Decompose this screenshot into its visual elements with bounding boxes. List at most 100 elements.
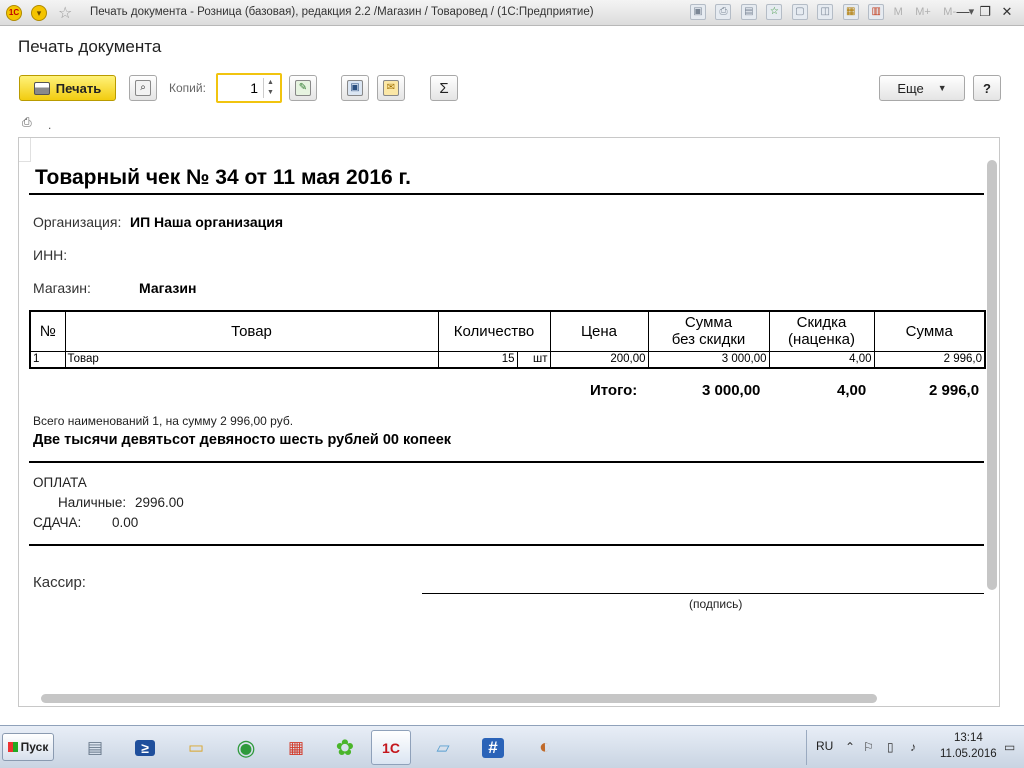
calendar-icon[interactable]: ▥ [868, 4, 885, 20]
clock-time[interactable]: 13:14 [954, 732, 983, 744]
amount-in-words: Две тысячи девятьсот девяносто шесть руб… [33, 432, 452, 448]
divider [29, 461, 984, 463]
cell-sum: 2 996,0 [873, 350, 986, 369]
shop-label: Магазин: [33, 280, 91, 296]
col-header-price: Цена [549, 310, 649, 352]
document-title: Товарный чек № 34 от 11 мая 2016 г. [35, 166, 412, 189]
org-value: ИП Наша организация [130, 214, 283, 230]
volume-muted-icon[interactable]: ♪ [910, 740, 916, 754]
floppy-disk-icon: ▣ [347, 80, 363, 96]
copies-label: Копий: [169, 81, 206, 95]
tray-expand-icon[interactable]: ⌃ [845, 740, 855, 754]
show-desktop-icon[interactable]: ▭ [1004, 740, 1015, 754]
taskbar-1c-icon[interactable]: 1С [371, 730, 411, 765]
items-table: № Товар Количество Цена Сумма без скидки… [29, 310, 986, 369]
language-indicator[interactable]: RU [816, 739, 833, 753]
inn-label: ИНН: [33, 247, 68, 263]
clock-date[interactable]: 11.05.2016 [940, 748, 997, 760]
taskbar-notepad-icon[interactable]: ▱ [423, 730, 463, 765]
calculator-icon[interactable]: ▦ [842, 4, 859, 20]
copies-input[interactable] [222, 78, 260, 98]
taskbar-app-grid-icon[interactable]: ▦ [276, 730, 316, 765]
cash-label: Наличные: [58, 495, 127, 510]
navigate-icon[interactable]: ☆ [766, 4, 783, 20]
taskbar-paint-icon[interactable]: ◐ [525, 730, 565, 765]
edit-document-button[interactable]: ✎ [289, 75, 317, 101]
cell-sum-no-discount: 3 000,00 [647, 350, 770, 369]
shop-value: Магазин [139, 280, 197, 296]
totals-label: Итого: [590, 382, 638, 399]
total-sum: 2 996,0 [929, 382, 980, 399]
taskbar-chrome-icon[interactable]: ◉ [226, 730, 266, 765]
taskbar-hashtag-icon[interactable]: # [473, 730, 513, 765]
memory-m-button[interactable]: M [894, 4, 903, 20]
cash-value: 2996.00 [135, 495, 184, 510]
col-header-sum-no-discount: Сумма без скидки [647, 310, 770, 352]
cell-qty: 15 [437, 350, 518, 369]
favorites-star-icon[interactable]: ☆ [58, 3, 72, 23]
divider [29, 544, 984, 546]
close-button[interactable]: ✕ [998, 3, 1016, 21]
help-button[interactable]: ? [973, 75, 1001, 101]
title-toolbar: ▣ ⎙ ▤ ☆ ▢ ◫ ▦ ▥ M M+ M- ▾ [690, 4, 982, 22]
signature-line [422, 593, 984, 594]
change-label: СДАЧА: [33, 515, 82, 530]
print-settings-icon[interactable]: ⎙ [22, 115, 32, 130]
spin-down-icon[interactable]: ▼ [264, 88, 277, 98]
print-settings-text: . [48, 118, 52, 132]
restore-button[interactable]: ❐ [976, 3, 994, 21]
taskbar-server-manager-icon[interactable]: ▤ [75, 730, 115, 765]
vertical-scrollbar[interactable] [987, 160, 997, 590]
cashier-label: Кассир: [33, 574, 86, 591]
link-icon[interactable]: ▢ [791, 4, 808, 20]
more-button[interactable]: Еще ▼ [879, 75, 965, 101]
edit-icon: ✎ [295, 80, 311, 96]
taskbar-powershell-icon[interactable]: ≥ [125, 730, 165, 765]
divider [29, 193, 984, 195]
total-sum-no-discount: 3 000,00 [702, 382, 761, 399]
taskbar-icq-icon[interactable]: ✿ [325, 730, 365, 765]
cell-unit: шт [516, 350, 551, 369]
copies-stepper[interactable]: ▲ ▼ [216, 73, 282, 103]
start-button[interactable]: Пуск [2, 733, 54, 761]
action-center-flag-icon[interactable]: ⚐ [863, 740, 874, 754]
taskbar-explorer-icon[interactable]: ▭ [176, 730, 216, 765]
col-header-discount: Скидка (наценка) [768, 310, 875, 352]
org-label: Организация: [33, 214, 122, 230]
memory-plus-button[interactable]: M+ [915, 4, 931, 20]
payment-header: ОПЛАТА [33, 475, 87, 490]
sum-button[interactable]: Σ [430, 75, 458, 101]
network-icon[interactable]: ▯ [887, 740, 894, 754]
col-header-item: Товар [64, 310, 439, 352]
cell-item: Товар [64, 350, 439, 369]
print-icon[interactable]: ⎙ [715, 4, 732, 20]
window-title: Печать документа - Розница (базовая), ре… [90, 6, 594, 18]
sheet-corner [19, 138, 31, 162]
save-button[interactable]: ▣ [341, 75, 369, 101]
cell-discount: 4,00 [768, 350, 875, 369]
send-email-button[interactable]: ✉ [377, 75, 405, 101]
document-preview[interactable]: Товарный чек № 34 от 11 мая 2016 г. Орга… [18, 137, 1000, 707]
col-header-num: № [29, 310, 66, 352]
history-icon[interactable]: ◫ [817, 4, 834, 20]
main-menu-chevron-icon[interactable]: ▾ [31, 5, 47, 21]
page-preview-icon: ⌕ [135, 80, 151, 96]
preview-icon[interactable]: ▤ [740, 4, 757, 20]
spin-up-icon[interactable]: ▲ [264, 78, 277, 88]
table-row: 1 Товар 15 шт 200,00 3 000,00 4,00 2 996… [29, 350, 986, 369]
taskbar: Пуск ▤ ≥ ▭ ◉ ▦ ✿ 1С ▱ # ◐ RU ⌃ ⚐ ▯ ♪ 13:… [0, 725, 1024, 768]
cell-num: 1 [29, 350, 66, 369]
sigma-icon: Σ [439, 79, 449, 97]
copies-spinner[interactable]: ▲ ▼ [263, 78, 277, 98]
signature-caption: (подпись) [689, 597, 743, 611]
print-button[interactable]: Печать [19, 75, 116, 101]
preview-button[interactable]: ⌕ [129, 75, 157, 101]
minimize-button[interactable]: — [954, 3, 972, 21]
app-logo-icon[interactable]: 1С [6, 5, 22, 21]
page-title: Печать документа [18, 37, 162, 56]
horizontal-scrollbar[interactable] [41, 694, 877, 703]
table-header-row: № Товар Количество Цена Сумма без скидки… [29, 310, 986, 352]
cell-price: 200,00 [549, 350, 649, 369]
col-header-qty: Количество [437, 310, 551, 352]
save-icon[interactable]: ▣ [690, 4, 706, 20]
